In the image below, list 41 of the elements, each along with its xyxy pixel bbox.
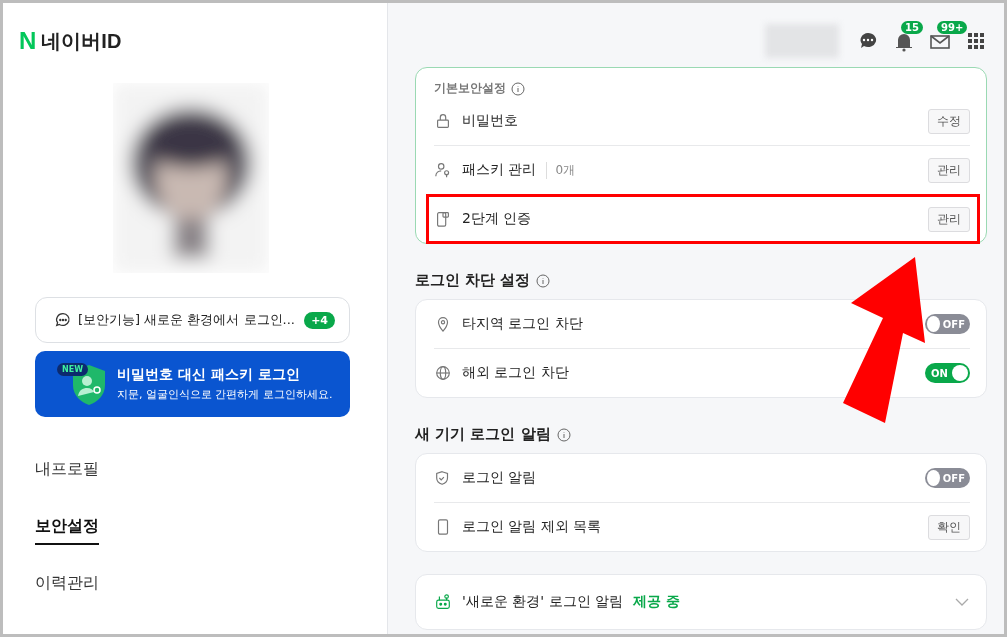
robot-icon (434, 593, 452, 611)
apps-grid-icon[interactable] (965, 30, 987, 52)
banner-subtitle: 지문, 얼굴인식으로 간편하게 로그인하세요. (117, 387, 333, 402)
info-icon[interactable] (556, 427, 571, 442)
lock-icon (434, 112, 452, 130)
new-badge: NEW (57, 363, 88, 376)
notice-card[interactable]: [보안기능] 새로운 환경에서 로그인... +4 (35, 297, 350, 343)
info-icon[interactable] (536, 273, 551, 288)
setting-label: 해외 로그인 차단 (462, 364, 569, 382)
person-key-icon (434, 161, 452, 179)
count-badge: +4 (304, 311, 335, 329)
notification-count: 15 (901, 21, 923, 34)
count-text: 0개 (546, 161, 576, 179)
setting-label: 로그인 알림 (462, 469, 537, 487)
section-title: 새 기기 로그인 알림 (415, 425, 551, 444)
nav-item[interactable]: 내프로필 (35, 459, 99, 488)
logo-mark: N (19, 27, 37, 55)
action-button[interactable]: 관리 (928, 206, 970, 232)
status-text: 제공 중 (633, 593, 680, 611)
action-button[interactable]: 수정 (928, 108, 970, 134)
nav-item[interactable]: 보안설정 (35, 516, 99, 545)
notice-text: [보안기능] 새로운 환경에서 로그인... (78, 311, 296, 329)
action-button[interactable]: 확인 (928, 514, 970, 540)
chat-icon (54, 311, 72, 329)
setting-label: 타지역 로그인 차단 (462, 315, 583, 333)
feature-card[interactable]: '새로운 환경' 로그인 알림 제공 중 (415, 574, 987, 630)
globe-icon (434, 364, 452, 382)
nav-item[interactable]: 이력관리 (35, 573, 99, 602)
setting-label: 패스키 관리 (462, 161, 537, 179)
setting-label: 2단계 인증 (462, 210, 532, 228)
info-icon[interactable] (511, 81, 525, 96)
card-title: 기본보안설정 (434, 80, 506, 97)
setting-label: 비밀번호 (462, 112, 518, 130)
passkey-banner[interactable]: NEW 비밀번호 대신 패스키 로그인 지문, 얼굴인식으로 간편하게 로그인하세요. (35, 351, 350, 417)
logo-text: 네이버ID (41, 28, 122, 54)
setting-label: 로그인 알림 제외 목록 (462, 518, 602, 536)
feature-label: '새로운 환경' 로그인 알림 (462, 593, 624, 611)
mail-count: 99+ (937, 21, 968, 34)
action-button[interactable]: 관리 (928, 157, 970, 183)
section-title: 로그인 차단 설정 (415, 271, 531, 290)
banner-title: 비밀번호 대신 패스키 로그인 (117, 366, 301, 384)
